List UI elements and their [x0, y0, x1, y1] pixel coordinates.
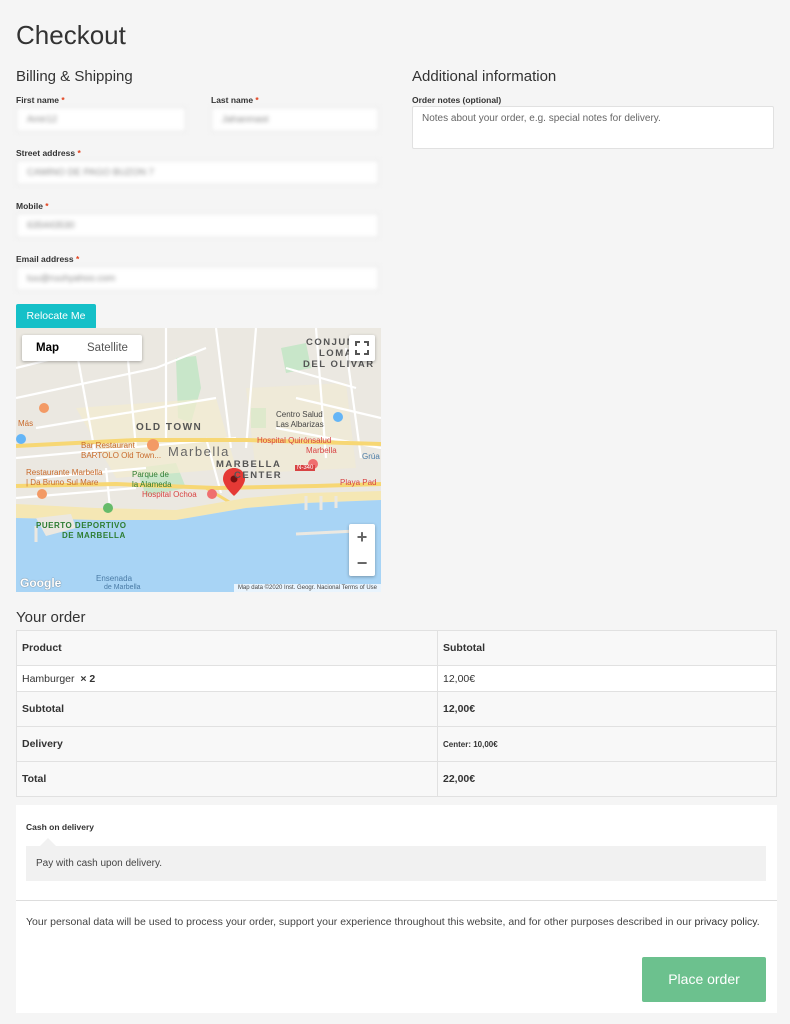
mobile-group: Mobile * 635443530 [16, 200, 379, 238]
mobile-label: Mobile * [16, 201, 49, 211]
map-label-hospital-quiron: Hospital Quirónsalud [257, 436, 332, 445]
map-label-las-albarizas: Las Albarizas [276, 420, 324, 429]
additional-section: Additional information Order notes (opti… [412, 68, 776, 149]
mobile-input[interactable]: 635443530 [16, 213, 379, 238]
table-row: Hamburger × 2 12,00€ [16, 665, 777, 692]
fullscreen-button[interactable] [349, 335, 375, 361]
map-label-ensenada-2: de Marbella [104, 584, 141, 591]
map-label-puerto: PUERTO DEPORTIVO [36, 521, 127, 530]
place-order-button[interactable]: Place order [642, 957, 766, 1002]
order-notes-label: Order notes (optional) [412, 95, 502, 105]
map-label-ensenada: Ensenada [96, 574, 133, 583]
map-label-center: CENTER [234, 470, 283, 481]
subtotal-label: Subtotal [16, 691, 438, 727]
first-name-input[interactable]: Amir12 [16, 107, 186, 132]
order-table: Product Subtotal Hamburger × 2 12,00€ Su… [16, 630, 777, 797]
map-tab-satellite[interactable]: Satellite [73, 335, 142, 361]
privacy-text: Your personal data will be used to proce… [26, 916, 692, 928]
col-subtotal: Subtotal [437, 630, 777, 666]
map-label-centro-salud: Centro Salud [276, 410, 323, 419]
map-label-hospital-ochoa: Hospital Ochoa [142, 490, 197, 499]
map-label-mas: Más [18, 419, 34, 428]
zoom-in-button[interactable]: + [349, 524, 375, 550]
map-label-restaurante: Restaurante Marbella [26, 468, 103, 477]
subtotal-value: 12,00€ [437, 691, 777, 727]
page-title: Checkout [16, 20, 126, 50]
email-label: Email address * [16, 254, 80, 264]
email-group: Email address * tuu@ruuhyahoo.com [16, 253, 379, 291]
payment-method-cod[interactable]: Cash on delivery [26, 822, 94, 832]
map-label-parque-2: la Alameda [132, 480, 172, 489]
order-header-row: Product Subtotal [16, 630, 777, 666]
item-name: Hamburger [22, 672, 75, 685]
col-product: Product [16, 630, 438, 666]
item-cell: Hamburger × 2 [16, 665, 438, 692]
map-label-n340: N-340 [295, 465, 316, 471]
map-label-marbella: Marbella [168, 444, 230, 459]
payment-description: Pay with cash upon delivery. [26, 838, 766, 881]
location-map[interactable]: CONJUNTO LOMAS DEL OLIVAR OLD TOWN Marbe… [16, 328, 381, 592]
last-name-input[interactable]: Jahanmast [211, 107, 379, 132]
map-label-hospital-quiron-2: Marbella [306, 446, 337, 455]
order-notes-textarea[interactable]: Notes about your order, e.g. special not… [412, 106, 774, 149]
last-name-group: Last name * Jahanmast [211, 94, 379, 132]
map-label-grua: Grúa [362, 452, 380, 461]
fullscreen-icon [355, 341, 369, 355]
map-tab-map[interactable]: Map [22, 335, 73, 361]
map-label-marbella-center: MARBELLA [216, 459, 282, 470]
street-label: Street address * [16, 148, 81, 158]
total-value: 22,00€ [437, 761, 777, 797]
billing-section: Billing & Shipping First name * Amir12 L… [16, 68, 382, 329]
item-subtotal: 12,00€ [437, 665, 777, 692]
google-logo: Google [20, 576, 62, 590]
last-name-label: Last name * [211, 95, 259, 105]
divider [16, 900, 777, 901]
delivery-value: Center: 10,00€ [437, 726, 777, 762]
order-title: Your order [16, 609, 86, 626]
map-attribution[interactable]: Map data ©2020 Inst. Geogr. Nacional Ter… [233, 584, 381, 592]
subtotal-row: Subtotal 12,00€ [16, 691, 777, 727]
map-label-puerto-2: DE MARBELLA [62, 531, 126, 540]
privacy-end: . [756, 916, 760, 928]
privacy-notice: Your personal data will be used to proce… [26, 913, 766, 932]
map-label-parque: Parque de [132, 470, 169, 479]
additional-title: Additional information [412, 68, 557, 85]
map-label-playa: Playa Pad [340, 478, 377, 487]
zoom-control: + − [349, 524, 375, 576]
map-label-bar-bartolo: Bar Restaurant [81, 441, 135, 450]
relocate-button[interactable]: Relocate Me [16, 304, 96, 329]
payment-section: Cash on delivery Pay with cash upon deli… [16, 805, 777, 1013]
map-label-bar-bartolo-2: BARTOLO Old Town... [81, 451, 162, 460]
total-row: Total 22,00€ [16, 761, 777, 797]
privacy-policy-link[interactable]: privacy policy [695, 916, 757, 928]
map-type-control: Map Satellite [22, 335, 142, 361]
street-group: Street address * CAMINO DE PAGO BUZON 7 [16, 147, 379, 185]
billing-title: Billing & Shipping [16, 68, 133, 85]
zoom-out-button[interactable]: − [349, 550, 375, 576]
email-input[interactable]: tuu@ruuhyahoo.com [16, 266, 379, 291]
first-name-group: First name * Amir12 [16, 94, 186, 132]
delivery-label: Delivery [16, 726, 438, 762]
total-label: Total [16, 761, 438, 797]
first-name-label: First name * [16, 95, 65, 105]
item-qty: × 2 [80, 672, 96, 685]
map-label-restaurante-2: | Da Bruno Sul Mare [26, 478, 99, 487]
delivery-row: Delivery Center: 10,00€ [16, 726, 777, 762]
map-label-old-town: OLD TOWN [136, 422, 203, 433]
street-input[interactable]: CAMINO DE PAGO BUZON 7 [16, 160, 379, 185]
